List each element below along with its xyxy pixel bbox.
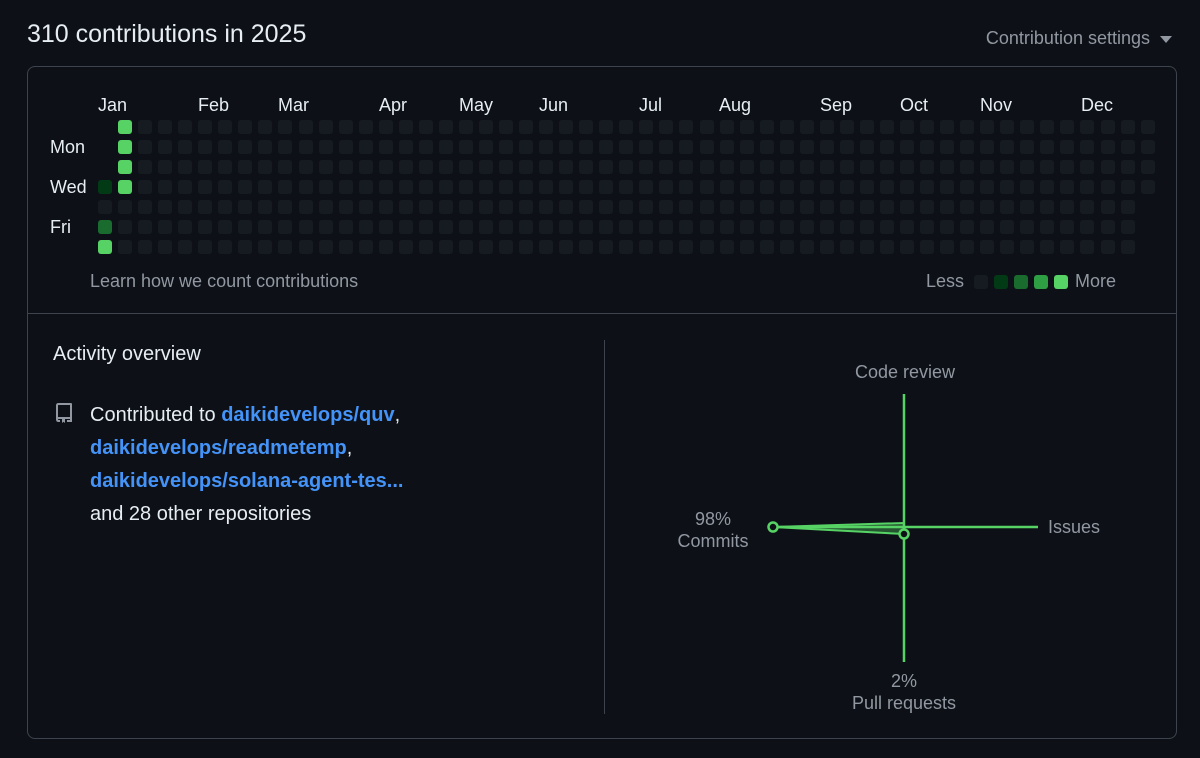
commits-point (767, 521, 779, 533)
contribution-settings-label: Contribution settings (985, 28, 1150, 48)
issues-label: Issues (1048, 517, 1101, 537)
commits-percent: 98% (694, 509, 732, 529)
pull-requests-label: Pull requests (851, 693, 957, 713)
pull-requests-stat: 2% Pull requests (834, 670, 974, 714)
contributions-title: 310 contributions in 2025 (27, 20, 307, 48)
pull-requests-percent: 2% (890, 671, 917, 691)
commits-stat: 98% Commits (668, 508, 758, 552)
commits-label: Commits (677, 531, 749, 551)
contribution-settings-button[interactable]: Contribution settings (986, 28, 1172, 49)
activity-graph (767, 394, 1038, 662)
code-review-label: Code review (854, 362, 956, 382)
pull-requests-point (898, 528, 910, 540)
caret-down-icon (1160, 36, 1172, 43)
activity-area (772, 521, 905, 536)
contribution-card: Jan Feb Mar Apr May Jun Jul Aug Sep Oct … (27, 66, 1177, 739)
